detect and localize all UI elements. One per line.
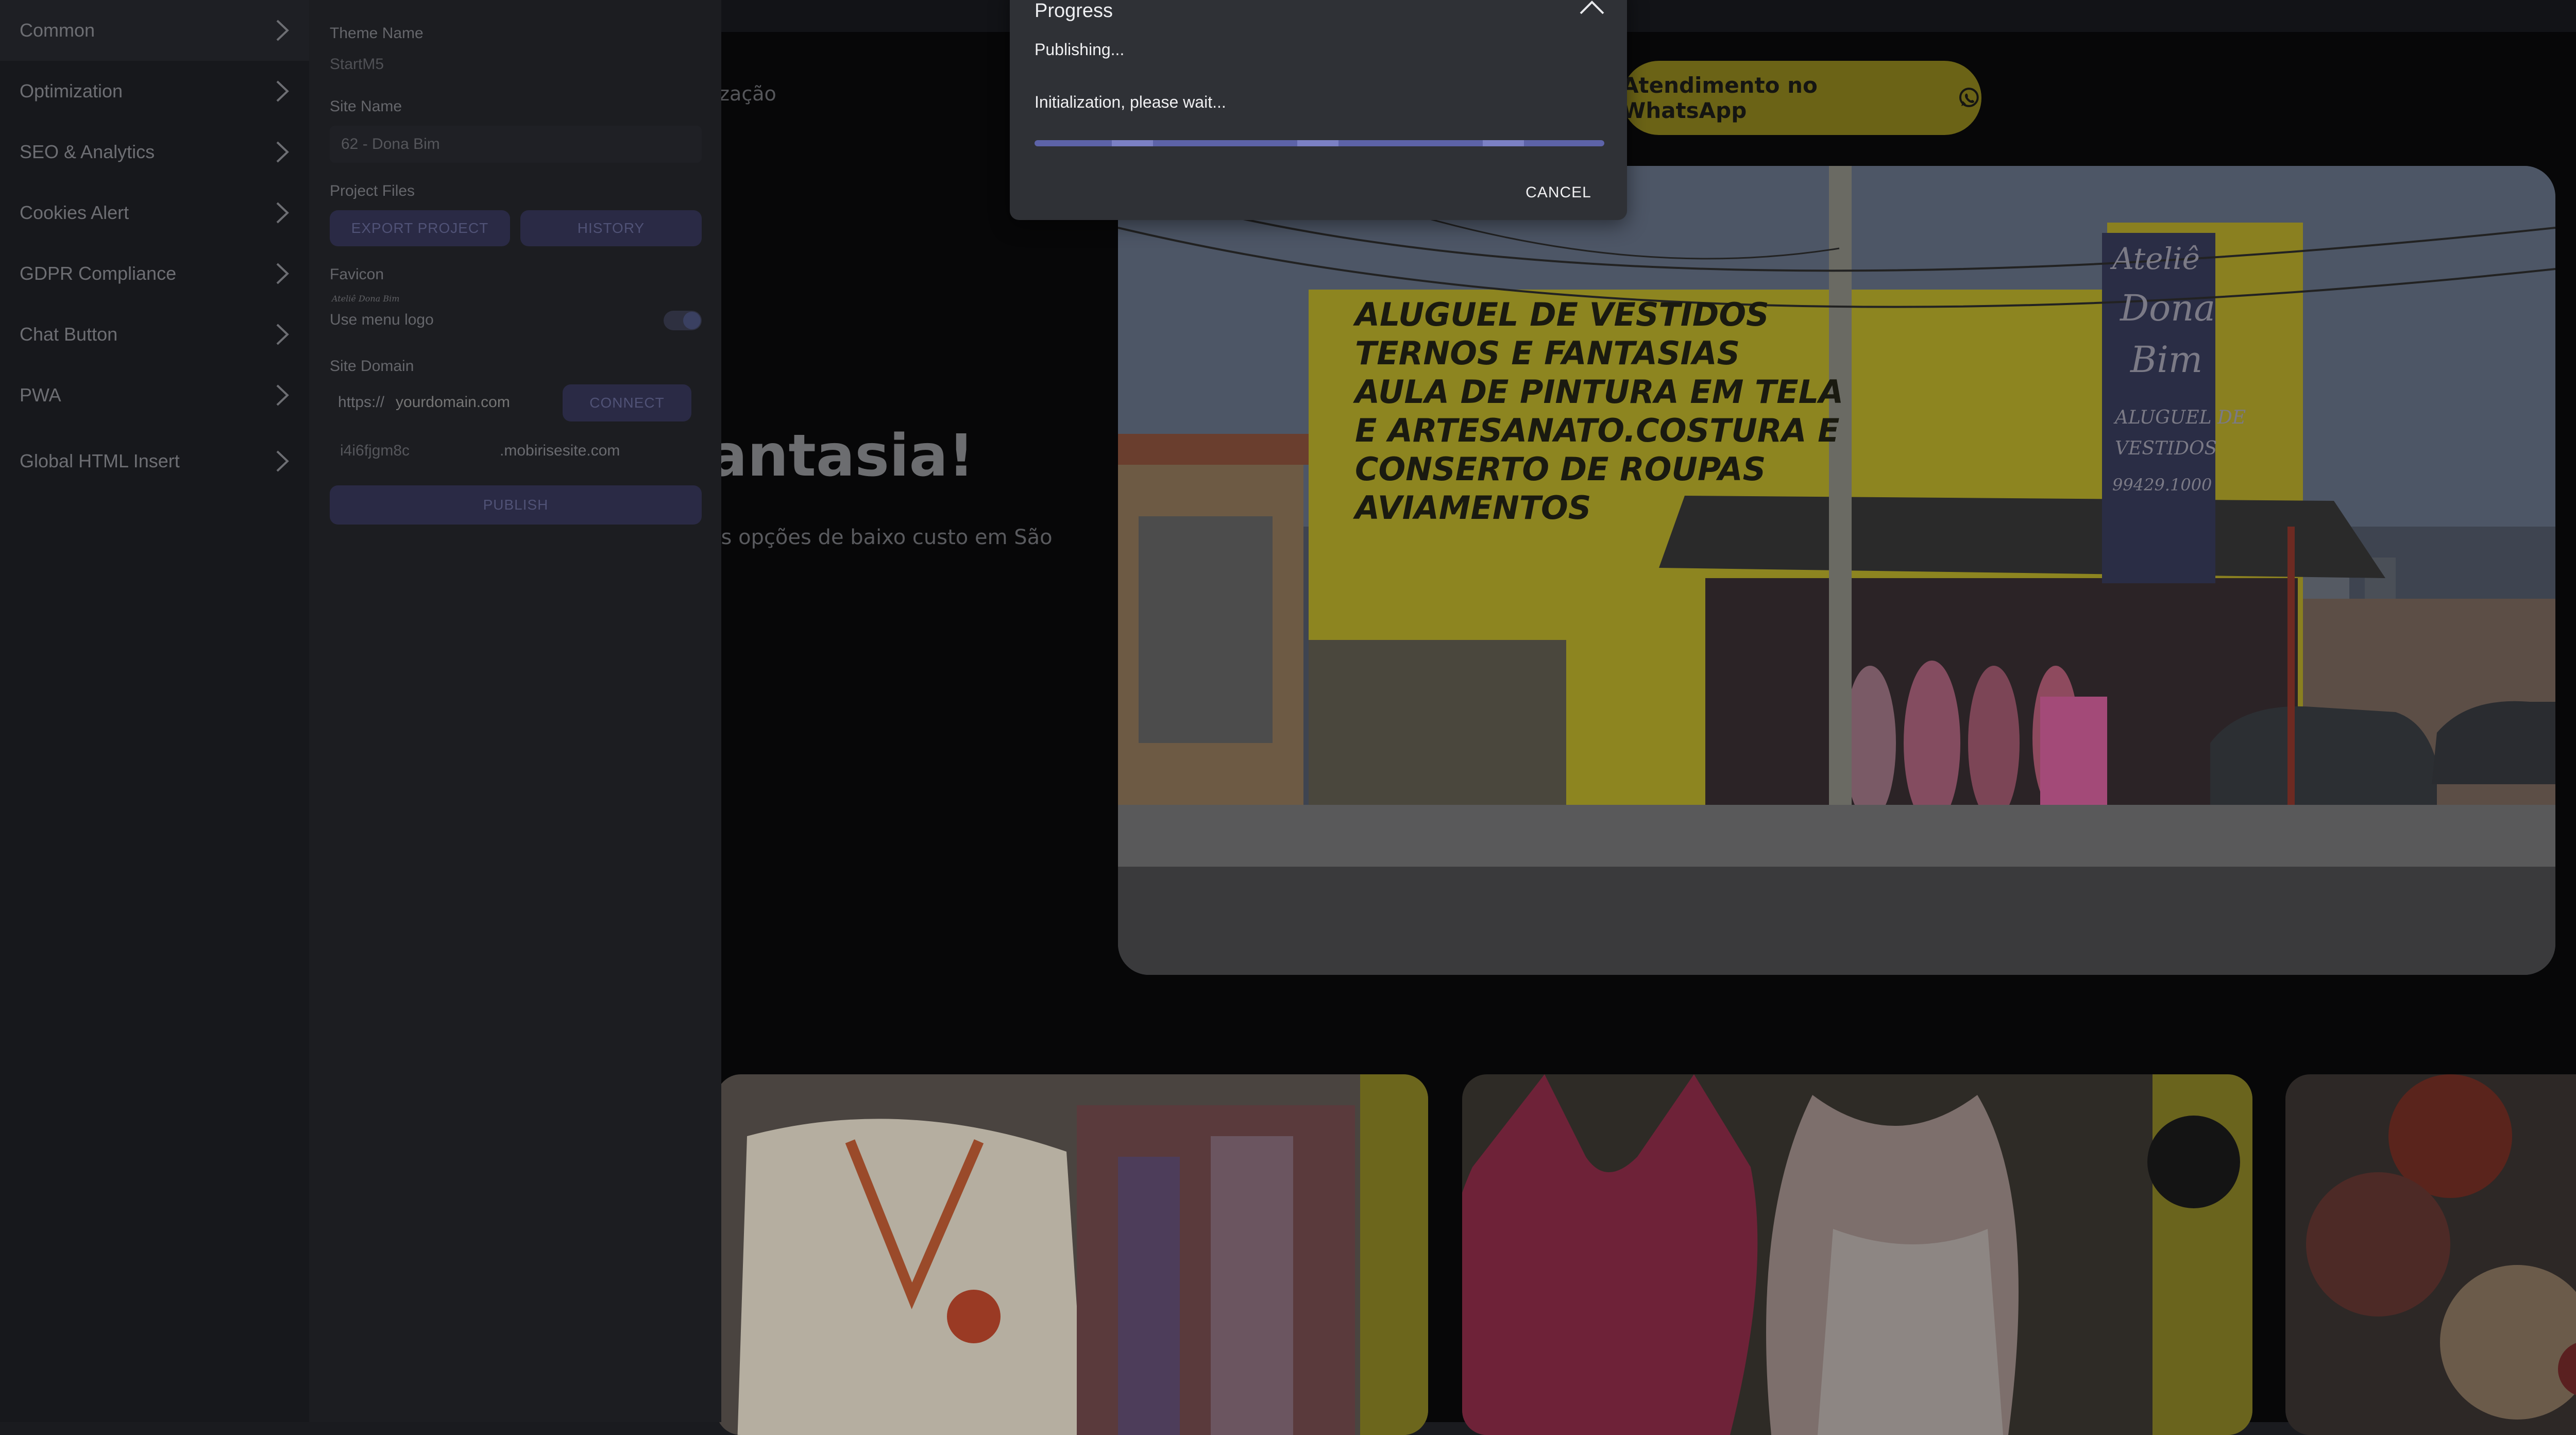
menu-item-chat-button[interactable]: Chat Button [0, 304, 309, 365]
favicon-logo[interactable]: Ateliê Dona Bim [332, 294, 399, 303]
chevron-right-icon [276, 263, 289, 284]
project-files-label: Project Files [330, 182, 415, 199]
menu-item-label: SEO & Analytics [20, 141, 155, 162]
use-menu-logo-label: Use menu logo [330, 311, 434, 328]
domain-prefix: https:// [338, 394, 385, 411]
chevron-right-icon [276, 80, 289, 102]
menu-item-optimization[interactable]: Optimization [0, 61, 309, 122]
history-button[interactable]: HISTORY [520, 210, 702, 246]
chevron-up-icon[interactable] [1577, 0, 1607, 18]
svg-text:AVIAMENTOS: AVIAMENTOS [1352, 489, 1591, 527]
svg-text:E ARTESANATO.COSTURA E: E ARTESANATO.COSTURA E [1355, 412, 1839, 449]
whatsapp-icon [1959, 88, 1979, 107]
svg-text:CONSERTO DE ROUPAS: CONSERTO DE ROUPAS [1355, 450, 1766, 488]
menu-item-label: Common [20, 20, 95, 41]
menu-item-label: Global HTML Insert [20, 450, 180, 471]
whatsapp-button[interactable]: Atendimento no WhatsApp [1622, 61, 1981, 135]
use-menu-logo-toggle[interactable] [664, 311, 702, 330]
subdomain-field: i4i6fjgm8c .mobirisesite.com [330, 434, 702, 468]
theme-name-value: StartM5 [330, 56, 384, 73]
menu-item-label: PWA [20, 384, 61, 406]
svg-text:ALUGUEL DE VESTIDOS: ALUGUEL DE VESTIDOS [1352, 296, 1769, 333]
publish-button[interactable]: PUBLISH [330, 485, 702, 525]
site-name-label: Site Name [330, 98, 402, 115]
storefront-photo: ALUGUEL DE VESTIDOS TERNOS E FANTASIAS A… [1118, 166, 2555, 975]
chevron-right-icon [276, 324, 289, 345]
cancel-button[interactable]: CANCEL [1525, 177, 1592, 208]
subdomain-suffix: .mobirisesite.com [500, 442, 620, 459]
hero-description: as opções de baixo custo em São [708, 526, 1053, 549]
favicon-label: Favicon [330, 266, 384, 283]
chevron-right-icon [276, 202, 289, 224]
menu-item-label: GDPR Compliance [20, 263, 177, 284]
chevron-right-icon [276, 450, 289, 472]
svg-text:99429.1000: 99429.1000 [2112, 475, 2212, 495]
svg-text:Bim: Bim [2129, 339, 2202, 381]
gallery-image-balloons [2285, 1074, 2576, 1435]
domain-input[interactable] [395, 393, 550, 412]
dialog-status: Publishing... [1035, 40, 1125, 59]
gallery-image-costumes [716, 1074, 1428, 1435]
menu-item-label: Optimization [20, 80, 123, 102]
site-name-input[interactable]: 62 - Dona Bim [330, 126, 702, 163]
hero-title: antasia! [708, 423, 975, 489]
gallery-image-dresses [1462, 1074, 2252, 1435]
site-domain-label: Site Domain [330, 358, 414, 375]
dialog-message: Initialization, please wait... [1035, 93, 1226, 111]
chevron-right-icon [276, 20, 289, 41]
connect-button[interactable]: CONNECT [563, 384, 691, 421]
svg-text:VESTIDOS: VESTIDOS [2115, 438, 2217, 459]
svg-text:AULA DE PINTURA EM TELA: AULA DE PINTURA EM TELA [1352, 373, 1843, 411]
menu-item-gdpr-compliance[interactable]: GDPR Compliance [0, 243, 309, 304]
publish-progress-bar [1035, 140, 1604, 146]
menu-item-common[interactable]: Common [0, 0, 309, 61]
subdomain-input[interactable]: i4i6fjgm8c [340, 442, 500, 460]
theme-name-label: Theme Name [330, 25, 423, 42]
progress-fill [1035, 140, 1604, 146]
menu-item-cookies-alert[interactable]: Cookies Alert [0, 182, 309, 243]
dialog-title: Progress [1035, 0, 1113, 22]
menu-item-label: Chat Button [20, 324, 118, 345]
chevron-right-icon [276, 384, 289, 406]
chevron-right-icon [276, 141, 289, 163]
svg-text:TERNOS E FANTASIAS: TERNOS E FANTASIAS [1355, 334, 1740, 372]
menu-item-seo-analytics[interactable]: SEO & Analytics [0, 122, 309, 182]
domain-field: https:// [330, 384, 587, 420]
svg-text:Ateliê: Ateliê [2110, 241, 2200, 276]
progress-dialog: Progress Publishing... Initialization, p… [1010, 0, 1627, 220]
common-settings-panel: Theme Name StartM5 Site Name 62 - Dona B… [309, 0, 721, 1422]
svg-text:ALUGUEL DE: ALUGUEL DE [2113, 407, 2246, 428]
toggle-knob [683, 312, 701, 329]
menu-item-pwa[interactable]: PWA [0, 365, 309, 426]
site-settings-menu: Common Optimization SEO & Analytics Cook… [0, 0, 309, 1422]
menu-item-global-html-insert[interactable]: Global HTML Insert [0, 431, 309, 492]
menu-item-label: Cookies Alert [20, 202, 129, 223]
svg-text:Dona: Dona [2119, 287, 2215, 329]
whatsapp-button-label: Atendimento no WhatsApp [1622, 73, 1818, 123]
export-project-button[interactable]: EXPORT PROJECT [330, 210, 510, 246]
